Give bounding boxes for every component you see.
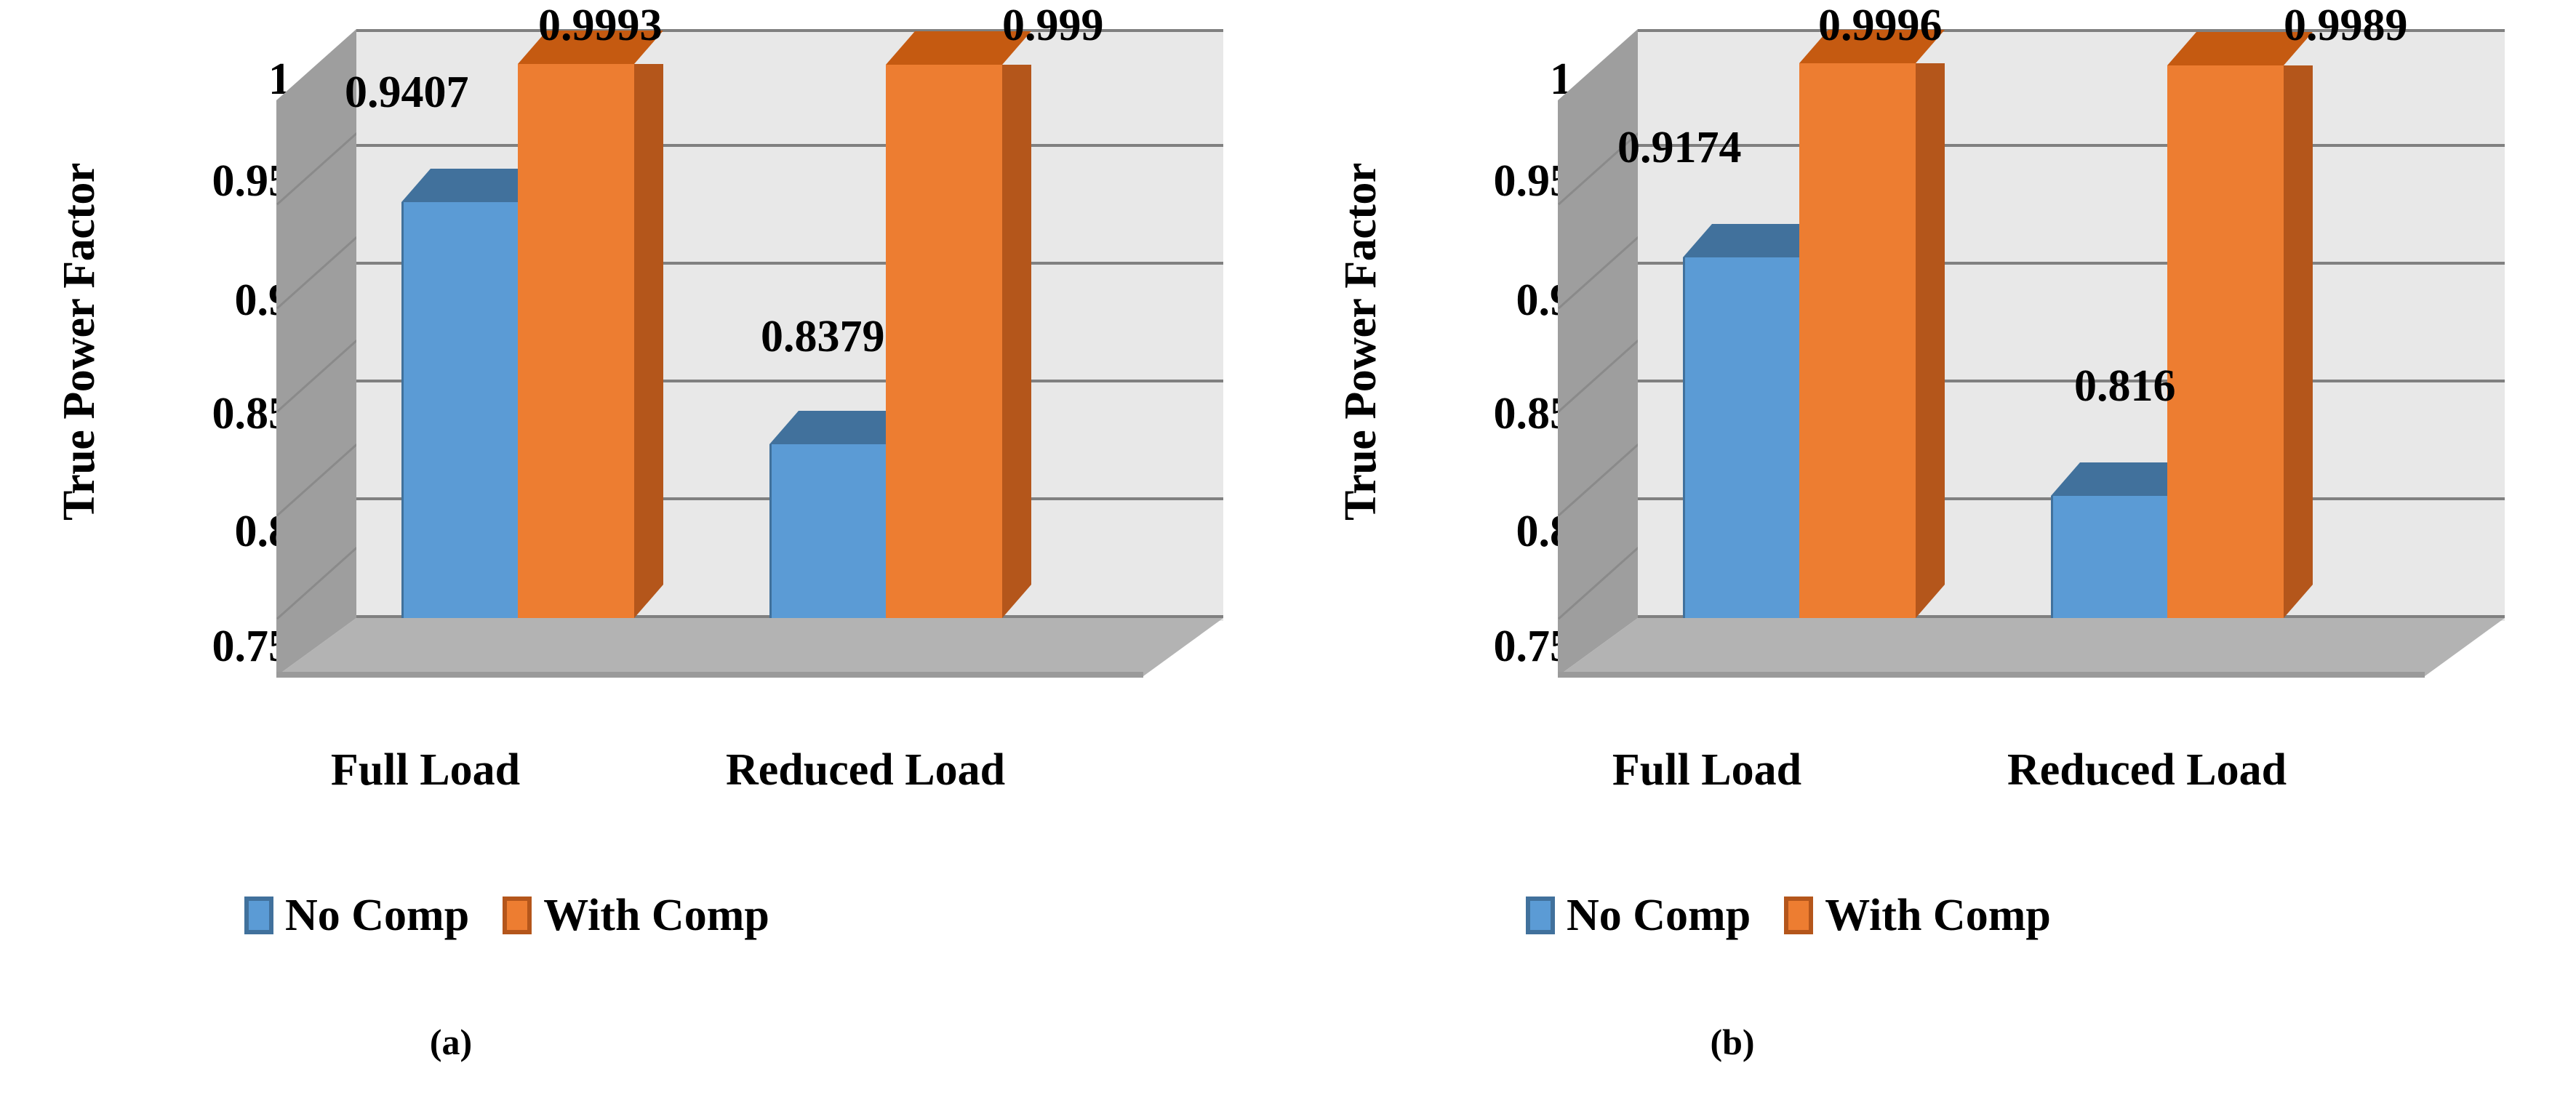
bar-b-reduced-with-comp[interactable] bbox=[2167, 32, 2313, 618]
legend-swatch-orange-icon bbox=[1784, 897, 1814, 934]
data-label-a-reduced-no-comp: 0.8379 bbox=[761, 312, 885, 361]
legend-item-with-comp-a[interactable]: With Comp bbox=[503, 893, 769, 938]
bar-front-face bbox=[769, 444, 886, 618]
bar-b-full-no-comp[interactable] bbox=[1683, 224, 1799, 618]
y-tick-09: 0.9 bbox=[1516, 276, 1573, 325]
bar-a-full-with-comp[interactable] bbox=[518, 31, 663, 618]
y-tick-095: 0.95 bbox=[1493, 156, 1573, 206]
x-tick-label-full-load-a: Full Load bbox=[330, 745, 521, 795]
bar-front-face bbox=[401, 202, 518, 618]
y-tick-08: 0.8 bbox=[234, 507, 292, 556]
gridline-095 bbox=[1638, 144, 2505, 147]
x-tick-label-reduced-load-b: Reduced Load bbox=[2007, 745, 2287, 795]
x-tick-label-reduced-load-a: Reduced Load bbox=[725, 745, 1006, 795]
bar-a-full-no-comp[interactable] bbox=[401, 169, 518, 618]
bar-top-face bbox=[2051, 462, 2167, 496]
legend-item-with-comp-b[interactable]: With Comp bbox=[1784, 893, 2051, 938]
bar-front-face bbox=[2167, 65, 2284, 618]
data-label-a-reduced-with-comp: 0.999 bbox=[1002, 1, 1104, 50]
bar-top-face bbox=[769, 411, 886, 444]
y-tick-075: 0.75 bbox=[1493, 622, 1573, 671]
data-label-b-full-no-comp: 0.9174 bbox=[1617, 123, 1742, 172]
plot-floor-edge-b bbox=[1558, 672, 2425, 678]
bar-front-face bbox=[886, 65, 1002, 618]
legend-swatch-orange-icon bbox=[503, 897, 532, 934]
data-label-b-reduced-no-comp: 0.816 bbox=[2074, 361, 2176, 411]
legend-swatch-blue-icon bbox=[244, 897, 273, 934]
plot-floor-edge-a bbox=[276, 672, 1143, 678]
bar-b-full-with-comp[interactable] bbox=[1799, 30, 1945, 618]
legend-label-no-comp: No Comp bbox=[1567, 891, 1751, 940]
y-axis-ticks-b: 1 0.95 0.9 0.85 0.8 0.75 bbox=[1281, 0, 1573, 727]
plot-area-a bbox=[276, 29, 1295, 705]
bar-side-face bbox=[2284, 65, 2313, 618]
bar-a-reduced-with-comp[interactable] bbox=[886, 31, 1031, 618]
bar-side-face bbox=[1916, 63, 1945, 618]
bar-top-face bbox=[401, 169, 518, 202]
y-axis-ticks-a: 1 0.95 0.9 0.85 0.8 0.75 bbox=[0, 0, 292, 727]
legend-label-no-comp: No Comp bbox=[285, 891, 470, 940]
legend-swatch-blue-icon bbox=[1526, 897, 1555, 934]
chart-panel-b: True Power Factor 1 0.95 0.9 0.85 0.8 0.… bbox=[1281, 0, 2576, 1119]
y-tick-09: 0.9 bbox=[234, 276, 292, 325]
bar-front-face bbox=[518, 64, 634, 618]
legend-a: No Comp With Comp bbox=[244, 893, 769, 938]
bar-front-face bbox=[2051, 496, 2167, 618]
y-tick-085: 0.85 bbox=[1493, 389, 1573, 438]
legend-item-no-comp-b[interactable]: No Comp bbox=[1526, 893, 1751, 938]
figure-root: True Power Factor 1 0.95 0.9 0.85 0.8 0.… bbox=[0, 0, 2576, 1119]
bar-b-reduced-no-comp[interactable] bbox=[2051, 462, 2167, 618]
panel-caption-a: (a) bbox=[429, 1022, 473, 1062]
gridline-095 bbox=[356, 144, 1223, 147]
chart-panel-a: True Power Factor 1 0.95 0.9 0.85 0.8 0.… bbox=[0, 0, 1295, 1119]
data-label-a-full-no-comp: 0.9407 bbox=[345, 68, 469, 117]
y-tick-08: 0.8 bbox=[1516, 507, 1573, 556]
bar-top-face bbox=[1683, 224, 1799, 257]
data-label-a-full-with-comp: 0.9993 bbox=[538, 1, 663, 50]
y-tick-1: 1 bbox=[1550, 55, 1572, 104]
y-tick-075: 0.75 bbox=[212, 622, 292, 671]
y-tick-095: 0.95 bbox=[212, 156, 292, 206]
legend-item-no-comp-a[interactable]: No Comp bbox=[244, 893, 469, 938]
legend-label-with-comp: With Comp bbox=[543, 891, 769, 940]
data-label-b-reduced-with-comp: 0.9989 bbox=[2284, 1, 2408, 50]
x-tick-label-full-load-b: Full Load bbox=[1612, 745, 1802, 795]
bar-a-reduced-no-comp[interactable] bbox=[769, 411, 886, 618]
y-tick-1: 1 bbox=[268, 55, 291, 104]
panel-caption-b: (b) bbox=[1710, 1022, 1755, 1062]
bar-front-face bbox=[1683, 257, 1799, 618]
bar-side-face bbox=[1002, 65, 1031, 618]
bar-side-face bbox=[634, 64, 663, 618]
legend-label-with-comp: With Comp bbox=[1825, 891, 2051, 940]
legend-b: No Comp With Comp bbox=[1526, 893, 2051, 938]
data-label-b-full-with-comp: 0.9996 bbox=[1818, 1, 1943, 50]
y-tick-085: 0.85 bbox=[212, 389, 292, 438]
bar-front-face bbox=[1799, 63, 1916, 618]
